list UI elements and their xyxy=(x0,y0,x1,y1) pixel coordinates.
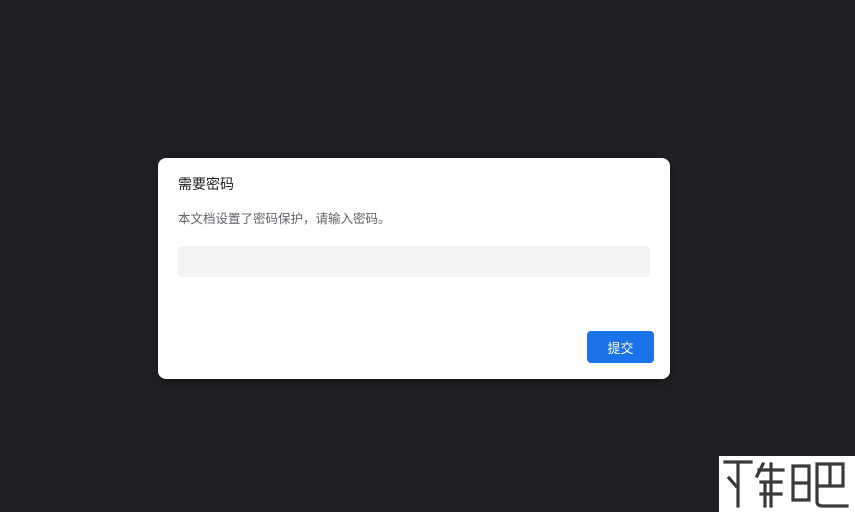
dialog-title: 需要密码 xyxy=(178,177,234,193)
dialog-message: 本文档设置了密码保护，请输入密码。 xyxy=(178,211,391,226)
site-logo-watermark-icon xyxy=(719,456,855,512)
app-backdrop: 需要密码 本文档设置了密码保护，请输入密码。 提交 xyxy=(0,0,855,512)
password-dialog: 需要密码 本文档设置了密码保护，请输入密码。 提交 xyxy=(158,158,670,379)
password-input[interactable] xyxy=(178,246,650,277)
submit-button[interactable]: 提交 xyxy=(587,331,654,363)
